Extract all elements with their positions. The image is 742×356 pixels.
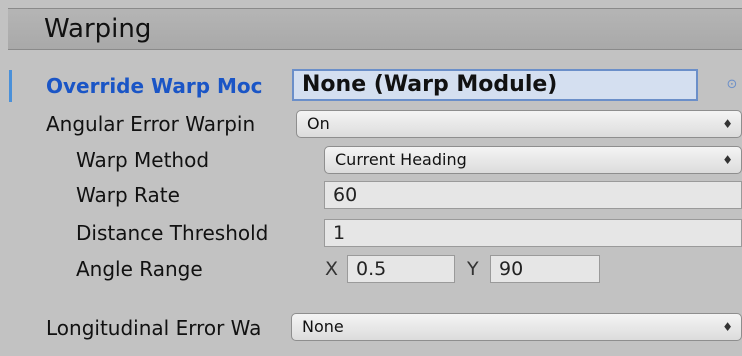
angular-error-warping-value: On (307, 114, 330, 133)
angular-error-warping-dropdown[interactable]: On ♦ (296, 110, 742, 138)
warp-method-label: Warp Method (76, 148, 210, 172)
angle-range-x-label: X (325, 258, 339, 280)
override-warp-module-label: Override Warp Moc (46, 74, 263, 98)
distance-threshold-label: Distance Threshold (76, 221, 269, 245)
warp-method-value: Current Heading (335, 150, 467, 169)
dropdown-arrow-icon: ♦ (722, 153, 733, 167)
warp-method-dropdown[interactable]: Current Heading ♦ (324, 146, 742, 174)
override-indicator (9, 70, 12, 102)
angle-range-label: Angle Range (76, 257, 203, 281)
warp-rate-label: Warp Rate (76, 183, 180, 207)
override-warp-module-field[interactable]: None (Warp Module) (292, 69, 698, 101)
dropdown-arrow-icon: ♦ (722, 320, 733, 334)
distance-threshold-field[interactable]: 1 (324, 219, 742, 247)
warp-rate-field[interactable]: 60 (324, 181, 742, 209)
angle-range-x-field[interactable]: 0.5 (347, 255, 455, 283)
longitudinal-error-warping-value: None (302, 317, 344, 336)
longitudinal-error-warping-label: Longitudinal Error Wa (46, 316, 262, 340)
angle-range-y-label: Y (467, 258, 479, 280)
object-picker-icon[interactable]: ⊙ (725, 78, 739, 92)
section-header[interactable]: Warping (8, 8, 742, 50)
angle-range-y-field[interactable]: 90 (490, 255, 600, 283)
longitudinal-error-warping-dropdown[interactable]: None ♦ (291, 313, 742, 341)
section-title: Warping (44, 14, 152, 44)
dropdown-arrow-icon: ♦ (722, 117, 733, 131)
angular-error-warping-label: Angular Error Warpin (46, 112, 256, 136)
warping-panel: Warping Override Warp Moc None (Warp Mod… (0, 0, 742, 356)
